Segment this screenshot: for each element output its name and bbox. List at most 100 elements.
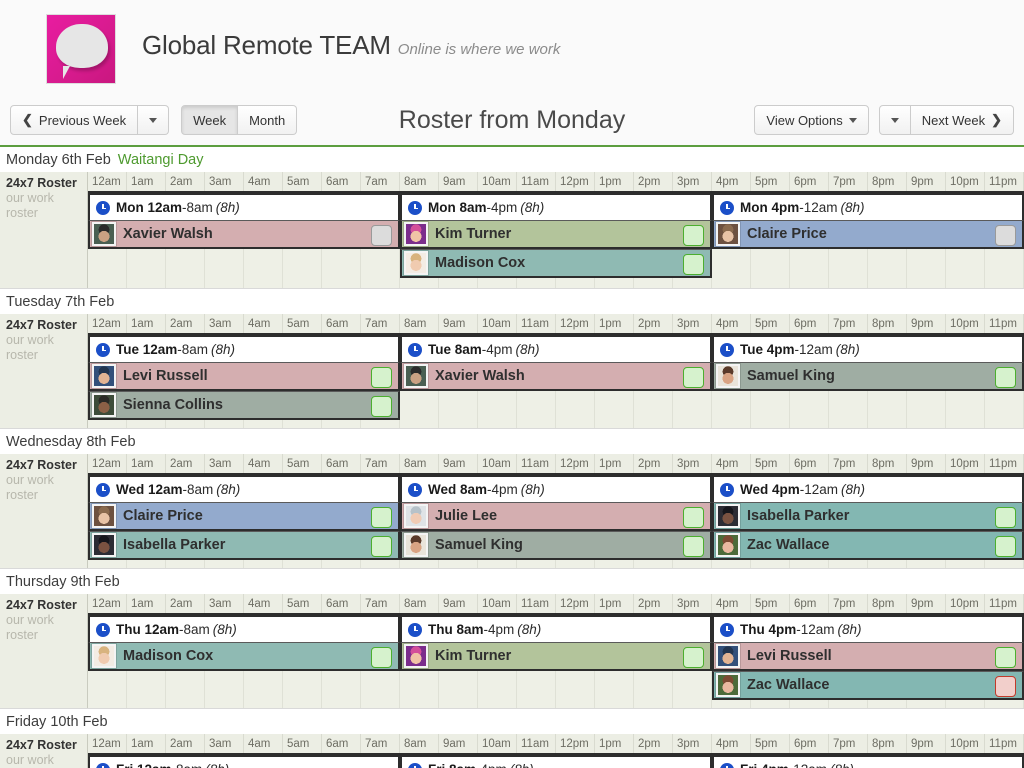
shift-assignment[interactable]: Zac Wallace: [712, 671, 1024, 700]
assignment-bar[interactable]: Samuel King: [400, 531, 712, 560]
shift-assignment[interactable]: Madison Cox: [88, 642, 400, 671]
empty-slot[interactable]: [88, 671, 400, 700]
status-badge[interactable]: [683, 507, 704, 528]
tab-week[interactable]: Week: [181, 105, 238, 135]
status-badge[interactable]: [683, 225, 704, 246]
shift-assignment[interactable]: Levi Russell: [88, 362, 400, 391]
empty-slot[interactable]: [88, 249, 400, 278]
empty-slot[interactable]: [400, 391, 712, 420]
shift-header[interactable]: Fri 8am-4pm(8h): [400, 755, 712, 768]
shift-block[interactable]: Fri 12am-8am(8h): [88, 755, 400, 768]
empty-slot[interactable]: [712, 249, 1024, 278]
shift-assignment[interactable]: Isabella Parker: [712, 502, 1024, 531]
shift-header[interactable]: Fri 4pm-12am(8h): [712, 755, 1024, 768]
shift-header[interactable]: Mon 8am-4pm(8h): [400, 193, 712, 220]
shift-header[interactable]: Tue 8am-4pm(8h): [400, 335, 712, 362]
shift-block[interactable]: Fri 4pm-12am(8h): [712, 755, 1024, 768]
shift-header[interactable]: Thu 8am-4pm(8h): [400, 615, 712, 642]
shift-assignment[interactable]: Claire Price: [712, 220, 1024, 249]
shift-header[interactable]: Tue 4pm-12am(8h): [712, 335, 1024, 362]
tab-month[interactable]: Month: [238, 105, 297, 135]
assignment-bar[interactable]: Zac Wallace: [712, 531, 1024, 560]
assignment-bar[interactable]: Xavier Walsh: [88, 220, 400, 249]
shift-assignment[interactable]: Zac Wallace: [712, 531, 1024, 560]
shift-block[interactable]: Mon 8am-4pm(8h): [400, 193, 712, 220]
status-badge[interactable]: [995, 225, 1016, 246]
status-badge[interactable]: [683, 367, 704, 388]
next-week-dropdown-button[interactable]: [879, 105, 911, 135]
assignment-bar[interactable]: Sienna Collins: [88, 391, 400, 420]
view-options-button[interactable]: View Options: [754, 105, 868, 135]
shift-block[interactable]: Wed 12am-8am(8h): [88, 475, 400, 502]
assignment-bar[interactable]: Julie Lee: [400, 502, 712, 531]
assignment-bar[interactable]: Kim Turner: [400, 642, 712, 671]
empty-slot[interactable]: [712, 391, 1024, 420]
shift-header[interactable]: Wed 4pm-12am(8h): [712, 475, 1024, 502]
assignment-bar[interactable]: Claire Price: [88, 502, 400, 531]
shift-block[interactable]: Thu 12am-8am(8h): [88, 615, 400, 642]
assignment-bar[interactable]: Zac Wallace: [712, 671, 1024, 700]
shift-header[interactable]: Thu 12am-8am(8h): [88, 615, 400, 642]
assignment-bar[interactable]: Madison Cox: [400, 249, 712, 278]
shift-header[interactable]: Wed 8am-4pm(8h): [400, 475, 712, 502]
assignment-bar[interactable]: Levi Russell: [88, 362, 400, 391]
status-badge[interactable]: [995, 647, 1016, 668]
status-badge[interactable]: [995, 507, 1016, 528]
status-badge[interactable]: [995, 676, 1016, 697]
shift-block[interactable]: Mon 12am-8am(8h): [88, 193, 400, 220]
shift-assignment[interactable]: Isabella Parker: [88, 531, 400, 560]
shift-block[interactable]: Fri 8am-4pm(8h): [400, 755, 712, 768]
shift-header[interactable]: Mon 4pm-12am(8h): [712, 193, 1024, 220]
status-badge[interactable]: [371, 367, 392, 388]
hour-label: 12pm: [556, 314, 595, 333]
shift-assignment[interactable]: Samuel King: [712, 362, 1024, 391]
shift-header[interactable]: Mon 12am-8am(8h): [88, 193, 400, 220]
shift-block[interactable]: Tue 12am-8am(8h): [88, 335, 400, 362]
shift-block[interactable]: Wed 8am-4pm(8h): [400, 475, 712, 502]
assignment-bar[interactable]: Isabella Parker: [88, 531, 400, 560]
previous-week-dropdown-button[interactable]: [138, 105, 169, 135]
assignment-bar[interactable]: Kim Turner: [400, 220, 712, 249]
shift-assignment[interactable]: Claire Price: [88, 502, 400, 531]
shift-assignment[interactable]: Xavier Walsh: [88, 220, 400, 249]
status-badge[interactable]: [371, 225, 392, 246]
shift-assignment[interactable]: Madison Cox: [400, 249, 712, 278]
status-badge[interactable]: [683, 647, 704, 668]
shift-block[interactable]: Tue 4pm-12am(8h): [712, 335, 1024, 362]
assignment-bar[interactable]: Levi Russell: [712, 642, 1024, 671]
row-filler: [88, 278, 1024, 286]
empty-slot[interactable]: [400, 671, 712, 700]
shift-block[interactable]: Thu 4pm-12am(8h): [712, 615, 1024, 642]
status-badge[interactable]: [995, 367, 1016, 388]
hour-label: 5pm: [751, 314, 790, 333]
status-badge[interactable]: [683, 254, 704, 275]
previous-week-button[interactable]: ❮ Previous Week: [10, 105, 138, 135]
shift-assignment[interactable]: Samuel King: [400, 531, 712, 560]
shift-assignment[interactable]: Kim Turner: [400, 220, 712, 249]
shift-header[interactable]: Tue 12am-8am(8h): [88, 335, 400, 362]
status-badge[interactable]: [371, 507, 392, 528]
shift-block[interactable]: Wed 4pm-12am(8h): [712, 475, 1024, 502]
assignment-bar[interactable]: Claire Price: [712, 220, 1024, 249]
shift-assignment[interactable]: Julie Lee: [400, 502, 712, 531]
assignment-bar[interactable]: Madison Cox: [88, 642, 400, 671]
assignment-bar[interactable]: Xavier Walsh: [400, 362, 712, 391]
shift-header[interactable]: Thu 4pm-12am(8h): [712, 615, 1024, 642]
next-week-button[interactable]: Next Week ❯: [911, 105, 1014, 135]
shift-block[interactable]: Mon 4pm-12am(8h): [712, 193, 1024, 220]
status-badge[interactable]: [371, 396, 392, 417]
shift-block[interactable]: Thu 8am-4pm(8h): [400, 615, 712, 642]
shift-assignment[interactable]: Levi Russell: [712, 642, 1024, 671]
status-badge[interactable]: [995, 536, 1016, 557]
shift-assignment[interactable]: Kim Turner: [400, 642, 712, 671]
shift-header[interactable]: Fri 12am-8am(8h): [88, 755, 400, 768]
assignment-bar[interactable]: Isabella Parker: [712, 502, 1024, 531]
assignment-bar[interactable]: Samuel King: [712, 362, 1024, 391]
shift-assignment[interactable]: Xavier Walsh: [400, 362, 712, 391]
status-badge[interactable]: [683, 536, 704, 557]
shift-block[interactable]: Tue 8am-4pm(8h): [400, 335, 712, 362]
shift-assignment[interactable]: Sienna Collins: [88, 391, 400, 420]
shift-header[interactable]: Wed 12am-8am(8h): [88, 475, 400, 502]
status-badge[interactable]: [371, 536, 392, 557]
status-badge[interactable]: [371, 647, 392, 668]
